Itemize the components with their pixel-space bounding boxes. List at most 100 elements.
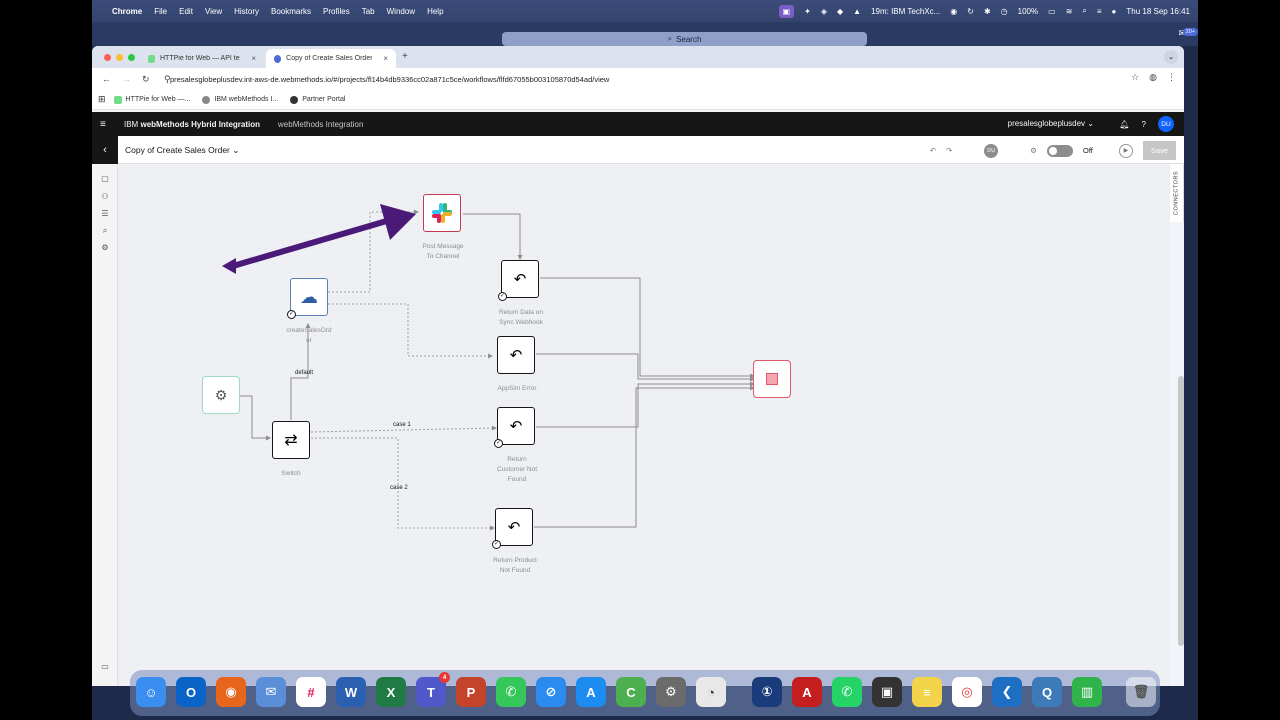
menu-edit[interactable]: Edit xyxy=(179,7,193,16)
hamburger-menu-icon[interactable]: ≡ xyxy=(100,119,116,130)
bookmark-httpie[interactable]: HTTPie for Web —... xyxy=(113,95,190,104)
browser-menu-icon[interactable]: ⋮ xyxy=(1167,72,1176,83)
sync-icon[interactable]: ↻ xyxy=(967,7,974,16)
notifications-bell-icon[interactable]: 🔔︎ xyxy=(1119,120,1129,129)
dropbox-icon[interactable]: ◈ xyxy=(821,7,827,16)
activity-icon[interactable]: ◔ xyxy=(696,677,726,707)
clock-icon[interactable]: ◷ xyxy=(1001,7,1008,16)
menu-history[interactable]: History xyxy=(234,7,259,16)
trash-icon[interactable]: 🗑︎ xyxy=(1126,677,1156,707)
list-icon[interactable]: ☰ xyxy=(100,209,110,219)
bookmark-star-icon[interactable]: ☆ xyxy=(1131,72,1139,83)
app-icon[interactable]: ◉ xyxy=(950,7,957,16)
brand-name[interactable]: IBM webMethods Hybrid Integration xyxy=(124,120,260,129)
powerpoint-icon[interactable]: P xyxy=(456,677,486,707)
run-play-icon[interactable]: ▶ xyxy=(1118,143,1133,158)
redo-icon[interactable]: ↷ xyxy=(946,146,952,155)
menubar-datetime[interactable]: Thu 18 Sep 16:41 xyxy=(1126,7,1190,16)
word-icon[interactable]: W xyxy=(336,677,366,707)
bookmark-partner-portal[interactable]: Partner Portal xyxy=(290,95,345,104)
tab-search-chevron-icon[interactable]: ⌄ xyxy=(1164,50,1178,64)
wifi-icon[interactable]: ≋ xyxy=(1066,7,1073,16)
end-node[interactable] xyxy=(753,360,791,398)
appsim-error-node[interactable]: ↶ xyxy=(497,336,535,374)
profile-icon[interactable]: ◍ xyxy=(1149,72,1157,83)
battery-icon[interactable]: ▭ xyxy=(1048,7,1056,16)
close-tab-icon[interactable]: × xyxy=(383,54,388,63)
menu-bookmarks[interactable]: Bookmarks xyxy=(271,7,311,16)
teams-icon[interactable]: T4 xyxy=(416,672,450,707)
slack-dock-icon[interactable]: # xyxy=(296,677,326,707)
warning-icon[interactable]: ▲ xyxy=(853,7,861,16)
settings-gear-icon[interactable]: ⚙ xyxy=(1030,146,1037,155)
menu-tab[interactable]: Tab xyxy=(362,7,375,16)
settings-icon[interactable]: ⚙ xyxy=(100,243,110,253)
return-customer-not-found-node[interactable]: ↶ ✓ xyxy=(494,407,535,448)
bookmark-webmethods[interactable]: IBM webMethods I... xyxy=(202,95,278,104)
spotlight-icon[interactable]: ⌕ xyxy=(1082,6,1086,16)
tab-httpie[interactable]: HTTPie for Web — API testing × xyxy=(140,49,264,68)
box-icon[interactable]: ◆ xyxy=(837,7,843,16)
connectors-panel-tab[interactable]: CONNECTORS xyxy=(1170,164,1184,222)
1password-icon[interactable]: ① xyxy=(752,677,782,707)
maximize-window-button[interactable] xyxy=(128,54,135,61)
siri-icon[interactable]: ● xyxy=(1112,7,1117,16)
workflow-canvas[interactable]: ⚙ Post Message To Channel ☁ ✓ createSale… xyxy=(118,164,1170,686)
menu-profiles[interactable]: Profiles xyxy=(323,7,350,16)
url-field[interactable]: presalesglobeplusdev.int-aws-de.webmetho… xyxy=(170,72,1140,86)
canvas-scrollbar[interactable] xyxy=(1178,376,1184,646)
user-avatar[interactable]: DU xyxy=(1158,116,1174,132)
mail-icon[interactable]: ✉ xyxy=(256,677,286,707)
folder-icon[interactable]: ▢ xyxy=(100,174,110,184)
close-tab-icon[interactable]: × xyxy=(251,54,256,63)
webhook-trigger-node[interactable]: ⚙ xyxy=(202,376,240,414)
product-name[interactable]: webMethods Integration xyxy=(278,120,363,129)
firefox-icon[interactable]: ◉ xyxy=(216,677,246,707)
save-button[interactable]: Save xyxy=(1142,141,1176,160)
back-chevron-icon[interactable]: ‹ xyxy=(92,136,118,164)
camtasia-icon[interactable]: C xyxy=(616,677,646,707)
quicktime-icon[interactable]: Q xyxy=(1032,677,1062,707)
menu-file[interactable]: File xyxy=(154,7,167,16)
screen-recording-icon[interactable]: ▣ xyxy=(778,4,795,18)
system-settings-icon[interactable]: ⚙ xyxy=(656,677,686,707)
minimize-window-button[interactable] xyxy=(116,54,123,61)
menu-view[interactable]: View xyxy=(205,7,222,16)
messages-icon[interactable]: ✆ xyxy=(496,677,526,707)
outlook-icon[interactable]: O xyxy=(176,677,206,707)
undo-icon[interactable]: ↶ xyxy=(930,146,936,155)
calendar-meeting[interactable]: 19m: IBM TechXc... xyxy=(871,7,940,16)
close-window-button[interactable] xyxy=(104,54,111,61)
menu-help[interactable]: Help xyxy=(427,7,443,16)
chrome-icon[interactable]: ◎ xyxy=(952,677,982,707)
new-tab-button[interactable]: + xyxy=(402,51,408,62)
reload-icon[interactable]: ↻ xyxy=(142,74,152,85)
acrobat-icon[interactable]: A xyxy=(792,677,822,707)
help-icon[interactable]: ? xyxy=(1142,120,1146,129)
evernote-icon[interactable]: ✦ xyxy=(804,7,811,16)
workflow-title[interactable]: Copy of Create Sales Order ⌄ xyxy=(125,145,239,156)
return-sync-webhook-node[interactable]: ↶ ✓ xyxy=(498,260,539,301)
excel-icon[interactable]: X xyxy=(376,677,406,707)
tab-workflow[interactable]: Copy of Create Sales Order | × xyxy=(266,49,396,68)
panel-toggle-icon[interactable]: ▭ xyxy=(100,662,110,672)
whatsapp-icon[interactable]: ✆ xyxy=(832,677,862,707)
finder-icon[interactable]: ☺ xyxy=(136,677,166,707)
forward-arrow-icon[interactable]: → xyxy=(122,74,132,84)
connectors-icon[interactable]: ⚇ xyxy=(100,192,110,202)
spotlight-search[interactable]: ⌕ Search xyxy=(502,32,867,46)
search-panel-icon[interactable]: ⌕ xyxy=(100,226,110,236)
safari-icon[interactable]: ⊘ xyxy=(536,677,566,707)
create-sales-order-node[interactable]: ☁ ✓ xyxy=(287,278,328,319)
bluetooth-icon[interactable]: ✱ xyxy=(984,7,991,16)
tenant-selector[interactable]: presalesglobeplusdev ⌄ xyxy=(1008,119,1094,128)
switch-node[interactable]: ⇄ xyxy=(272,421,310,459)
activation-toggle[interactable] xyxy=(1047,144,1074,157)
back-arrow-icon[interactable]: ← xyxy=(102,74,112,84)
apps-grid-icon[interactable]: ⊞ xyxy=(98,94,106,105)
numbers-icon[interactable]: ▥ xyxy=(1072,677,1102,707)
vscode-icon[interactable]: ❮ xyxy=(992,677,1022,707)
menu-app-name[interactable]: Chrome xyxy=(112,7,142,16)
slack-node[interactable] xyxy=(423,194,461,232)
battery-percent[interactable]: 100% xyxy=(1018,7,1038,16)
